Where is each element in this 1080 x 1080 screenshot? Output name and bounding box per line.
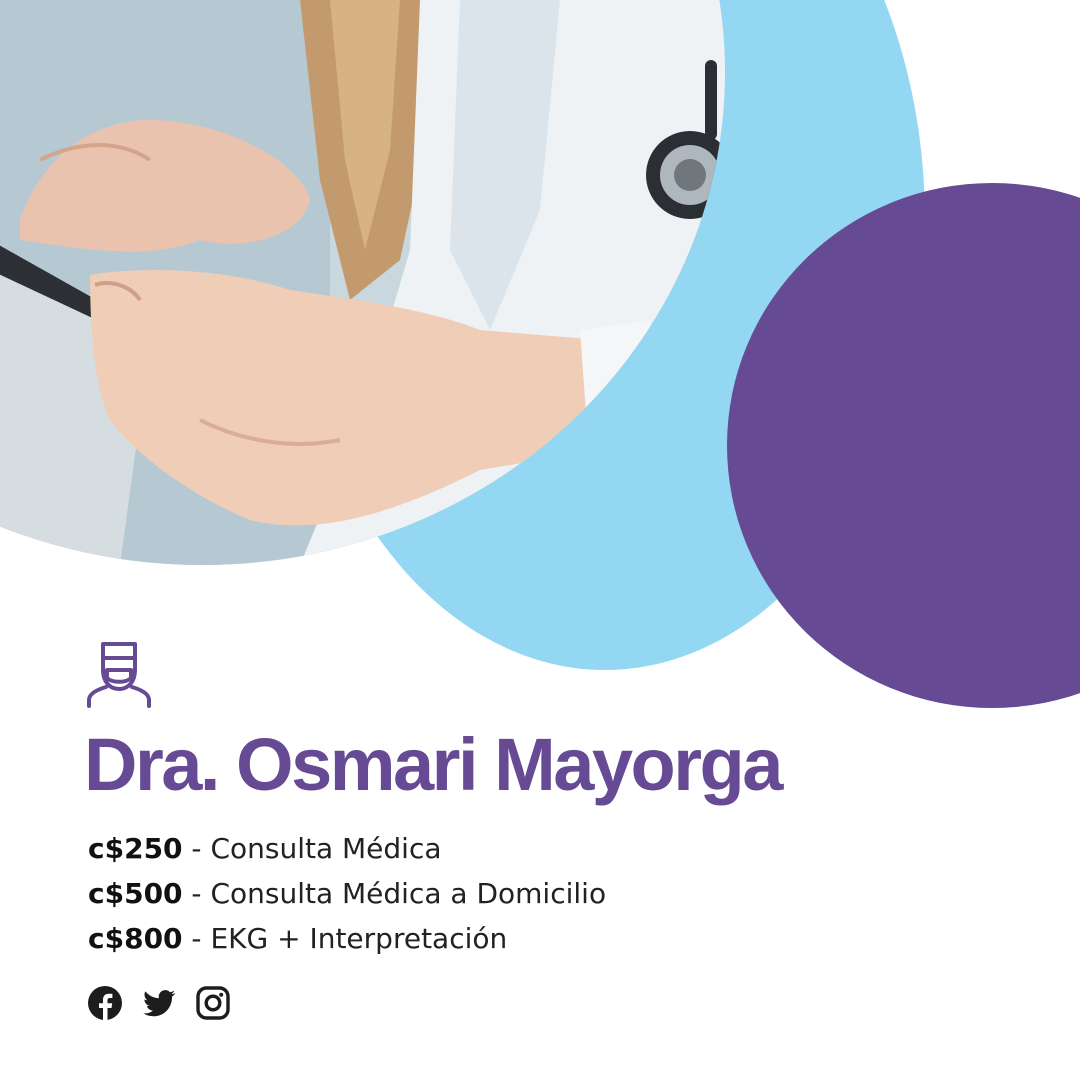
promo-card: Dra. Osmari Mayorga c$250 - Consulta Méd…	[0, 0, 1080, 1080]
doctor-name: Dra. Osmari Mayorga	[84, 723, 783, 806]
facebook-icon[interactable]	[87, 985, 123, 1021]
instagram-icon[interactable]	[195, 985, 231, 1021]
twitter-icon[interactable]	[141, 985, 177, 1021]
service-description: Consulta Médica a Domicilio	[210, 877, 607, 910]
service-description: Consulta Médica	[210, 832, 442, 865]
service-separator: -	[182, 832, 211, 865]
service-item: c$250 - Consulta Médica	[88, 826, 606, 871]
service-item: c$500 - Consulta Médica a Domicilio	[88, 871, 606, 916]
service-price: c$500	[88, 877, 183, 910]
service-separator: -	[182, 877, 211, 910]
services-list: c$250 - Consulta Médica c$500 - Consulta…	[88, 826, 606, 961]
service-price: c$800	[88, 922, 183, 955]
social-links	[87, 985, 231, 1021]
doctor-mask-icon	[87, 642, 151, 708]
doctor-photo-illustration	[0, 0, 725, 565]
doctor-photo	[0, 0, 725, 565]
service-item: c$800 - EKG + Interpretación	[88, 916, 606, 961]
service-price: c$250	[88, 832, 183, 865]
service-description: EKG + Interpretación	[210, 922, 508, 955]
service-separator: -	[182, 922, 211, 955]
